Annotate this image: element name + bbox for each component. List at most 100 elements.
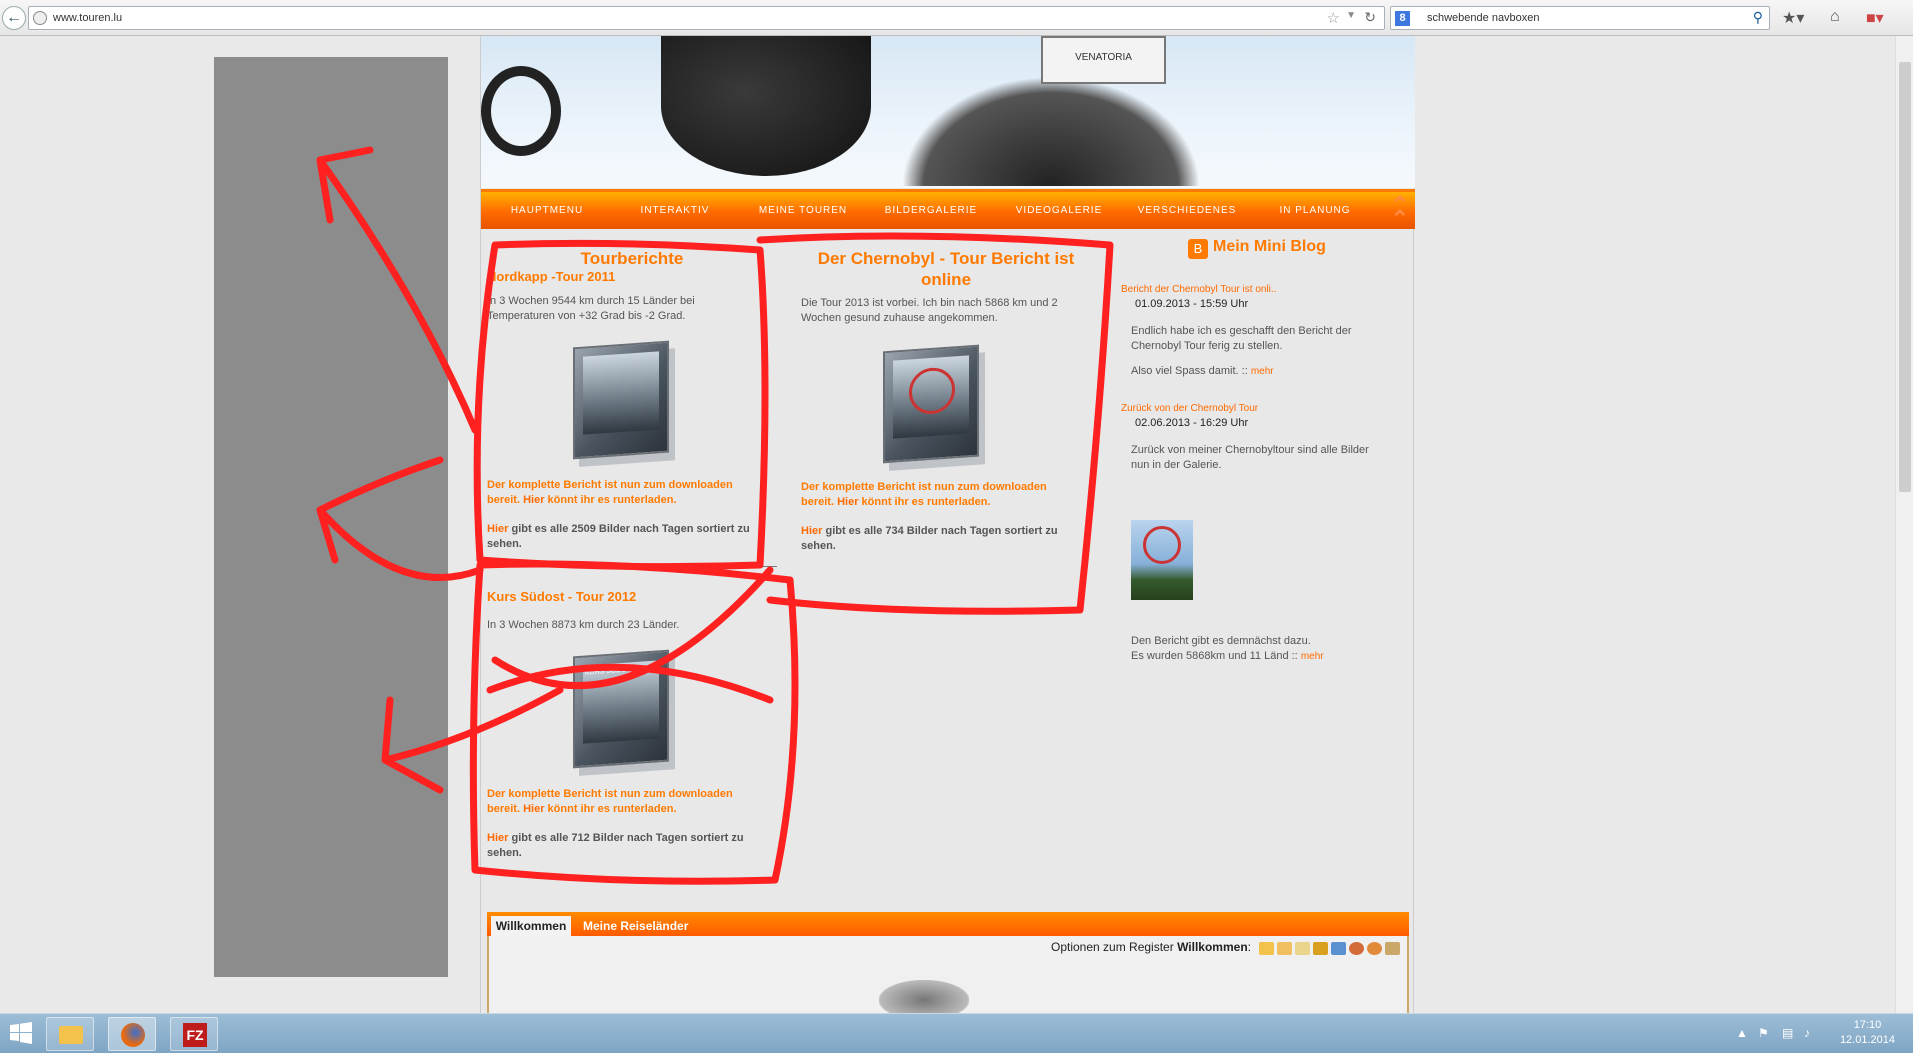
site-container: VENATORIA HAUPTMENU INTERAKTIV MEINE TOU… xyxy=(480,36,1415,1020)
mirror-shape xyxy=(481,66,561,156)
blog-post1-text: Endlich habe ich es geschafft den Berich… xyxy=(1131,325,1352,352)
chernobyl-column: Der Chernobyl - Tour Bericht ist online … xyxy=(801,248,1091,554)
chevron-up-icon[interactable]: ⌃ ⌃ xyxy=(1391,194,1409,230)
chernobyl-title[interactable]: Der Chernobyl - Tour Bericht ist online xyxy=(801,248,1091,290)
envelope-icon[interactable] xyxy=(1295,942,1310,955)
blog-header: B Mein Mini Blog xyxy=(1188,238,1408,259)
taskbar: FZ ▲ ⚑ ▤ ♪ 17:10 12.01.2014 xyxy=(0,1013,1913,1053)
tour1-download-text: Der komplette Bericht ist nun zum downlo… xyxy=(487,478,757,508)
bookmark-star-icon[interactable]: ☆ xyxy=(1327,9,1340,27)
nav-item-verschiedenes[interactable]: VERSCHIEDENES xyxy=(1123,192,1251,232)
blog-post2-title[interactable]: Zurück von der Chernobyl Tour xyxy=(1121,401,1381,416)
tour2-pics-text: Hier gibt es alle 712 Bilder nach Tagen … xyxy=(487,831,777,861)
tour1-title[interactable]: Nordkapp -Tour 2011 xyxy=(487,269,777,284)
tour1-download-link[interactable]: Hier xyxy=(523,494,544,506)
scrollbar-thumb[interactable] xyxy=(1899,62,1911,492)
ferris-wheel-shape xyxy=(909,366,955,416)
chernobyl-pics-text: Hier gibt es alle 734 Bilder nach Tagen … xyxy=(801,524,1091,554)
tray-up-arrow-icon[interactable]: ▲ xyxy=(1736,1026,1748,1040)
folder-icon[interactable] xyxy=(1259,942,1274,955)
tour1-pics-link[interactable]: Hier xyxy=(487,523,508,535)
file-explorer-icon[interactable] xyxy=(46,1017,94,1051)
search-icon[interactable]: ⚲ xyxy=(1753,9,1763,26)
filezilla-icon[interactable]: FZ xyxy=(170,1017,218,1051)
tour1-download-b: könnt ihr es runterladen. xyxy=(547,494,677,506)
globe-icon xyxy=(33,11,47,25)
chernobyl-book-image[interactable] xyxy=(883,344,979,464)
left-grey-box xyxy=(214,57,448,977)
blog-post1-date: 01.09.2013 - 15:59 Uhr xyxy=(1135,298,1249,310)
bookmarks-menu-icon[interactable]: ★▾ xyxy=(1782,8,1804,28)
home-icon[interactable]: ⌂ xyxy=(1830,8,1840,26)
blog-post1-text2-label: Also viel Spass damit. :: xyxy=(1131,365,1248,377)
wrench-icon[interactable] xyxy=(1385,942,1400,955)
tour1-pics-label: gibt es alle 2509 Bilder nach Tagen sort… xyxy=(487,523,750,550)
blog-post2-date: 02.06.2013 - 16:29 Uhr xyxy=(1135,417,1249,429)
options-colon: : xyxy=(1247,940,1251,954)
nav-item-meine-touren[interactable]: MEINE TOUREN xyxy=(739,192,867,232)
browser-toolbar: ← www.touren.lu ☆ ▼ ↻ 8 schwebende navbo… xyxy=(0,0,1913,36)
blog-post2-image[interactable] xyxy=(1131,520,1193,600)
chernobyl-download-b: könnt ihr es runterladen. xyxy=(861,496,991,508)
motorbike-shape xyxy=(901,76,1201,186)
globe-icon[interactable] xyxy=(1349,942,1364,955)
sign-shape: VENATORIA xyxy=(1041,36,1166,84)
tab-bar: Willkommen Meine Reiseländer xyxy=(487,912,1409,936)
volume-icon[interactable]: ♪ xyxy=(1804,1026,1810,1040)
search-input[interactable]: schwebende navboxen xyxy=(1427,12,1540,24)
url-bar[interactable]: www.touren.lu ☆ ▼ ↻ xyxy=(28,6,1385,30)
windows-start-icon[interactable] xyxy=(10,1022,32,1044)
tour2-pics-label: gibt es alle 712 Bilder nach Tagen sorti… xyxy=(487,832,744,859)
tab-willkommen[interactable]: Willkommen xyxy=(491,916,571,936)
url-text: www.touren.lu xyxy=(53,12,123,24)
network-icon[interactable]: ▤ xyxy=(1782,1026,1793,1040)
options-text: Optionen zum Register Willkommen: xyxy=(1051,940,1251,954)
scrollbar[interactable] xyxy=(1895,36,1913,1013)
chernobyl-download-link[interactable]: Hier xyxy=(837,496,858,508)
firefox-icon[interactable] xyxy=(108,1017,156,1051)
nav-item-videogalerie[interactable]: VIDEOGALERIE xyxy=(995,192,1123,232)
tour2-title[interactable]: Kurs Südost - Tour 2012 xyxy=(487,589,777,604)
tour2-download-text: Der komplette Bericht ist nun zum downlo… xyxy=(487,787,757,817)
chernobyl-download-text: Der komplette Bericht ist nun zum downlo… xyxy=(801,480,1081,510)
tour2-download-link[interactable]: Hier xyxy=(523,803,544,815)
nav-item-hauptmenu[interactable]: HAUPTMENU xyxy=(483,192,611,232)
divider xyxy=(487,566,777,567)
tour2-book-image[interactable]: KURS SÜDOST xyxy=(573,649,669,769)
nav-item-in-planung[interactable]: IN PLANUNG xyxy=(1251,192,1379,232)
options-label: Optionen zum Register xyxy=(1051,940,1174,954)
url-dropdown-icon[interactable]: ▼ xyxy=(1346,10,1356,21)
reload-icon[interactable]: ↻ xyxy=(1364,9,1376,26)
chernobyl-pics-label: gibt es alle 734 Bilder nach Tagen sorti… xyxy=(801,525,1058,552)
nav-item-bildergalerie[interactable]: BILDERGALERIE xyxy=(867,192,995,232)
lock-icon[interactable] xyxy=(1313,942,1328,955)
search-bar[interactable]: 8 schwebende navboxen ⚲ xyxy=(1390,6,1770,30)
google-search-engine-icon[interactable]: 8 xyxy=(1395,11,1410,26)
flag-icon[interactable]: ⚑ xyxy=(1758,1026,1769,1040)
clock-time: 17:10 xyxy=(1853,1019,1882,1031)
tour2-pics-link[interactable]: Hier xyxy=(487,832,508,844)
blog-post1-title[interactable]: Bericht der Chernobyl Tour ist onli.. xyxy=(1121,282,1381,297)
chernobyl-text: Die Tour 2013 ist vorbei. Ich bin nach 5… xyxy=(801,297,1058,324)
clock[interactable]: 17:10 12.01.2014 xyxy=(1840,1018,1895,1048)
nav-item-interaktiv[interactable]: INTERAKTIV xyxy=(611,192,739,232)
tourberichte-column: Tourberichte Nordkapp -Tour 2011 In 3 Wo… xyxy=(487,248,777,861)
blog-post2-more-link[interactable]: mehr xyxy=(1301,651,1324,662)
tab-meine-reiselaender[interactable]: Meine Reiseländer xyxy=(583,916,688,936)
blog-posts: Bericht der Chernobyl Tour ist onli.. 01… xyxy=(1121,282,1381,473)
back-button[interactable]: ← xyxy=(2,6,26,30)
palette-icon[interactable] xyxy=(1367,942,1382,955)
helmet-shape xyxy=(661,36,871,176)
blog-post2-text2a: Den Bericht gibt es demnächst dazu. xyxy=(1131,635,1311,647)
addon-icon[interactable]: ■▾ xyxy=(1866,8,1884,28)
tour1-book-image[interactable] xyxy=(573,340,669,460)
sign-text: VENATORIA xyxy=(1075,52,1132,63)
chernobyl-pics-link[interactable]: Hier xyxy=(801,525,822,537)
tour1-text: In 3 Wochen 9544 km durch 15 Länder bei … xyxy=(487,295,695,322)
ferris-wheel-shape xyxy=(1143,526,1181,564)
blog-post2-more: Den Bericht gibt es demnächst dazu. Es w… xyxy=(1131,634,1391,664)
blog-post1-more-link[interactable]: mehr xyxy=(1251,366,1274,377)
blog-post2-text2b: Es wurden 5868km und 11 Länd :: xyxy=(1131,650,1298,662)
mail-icon[interactable] xyxy=(1277,942,1292,955)
network-icon[interactable] xyxy=(1331,942,1346,955)
